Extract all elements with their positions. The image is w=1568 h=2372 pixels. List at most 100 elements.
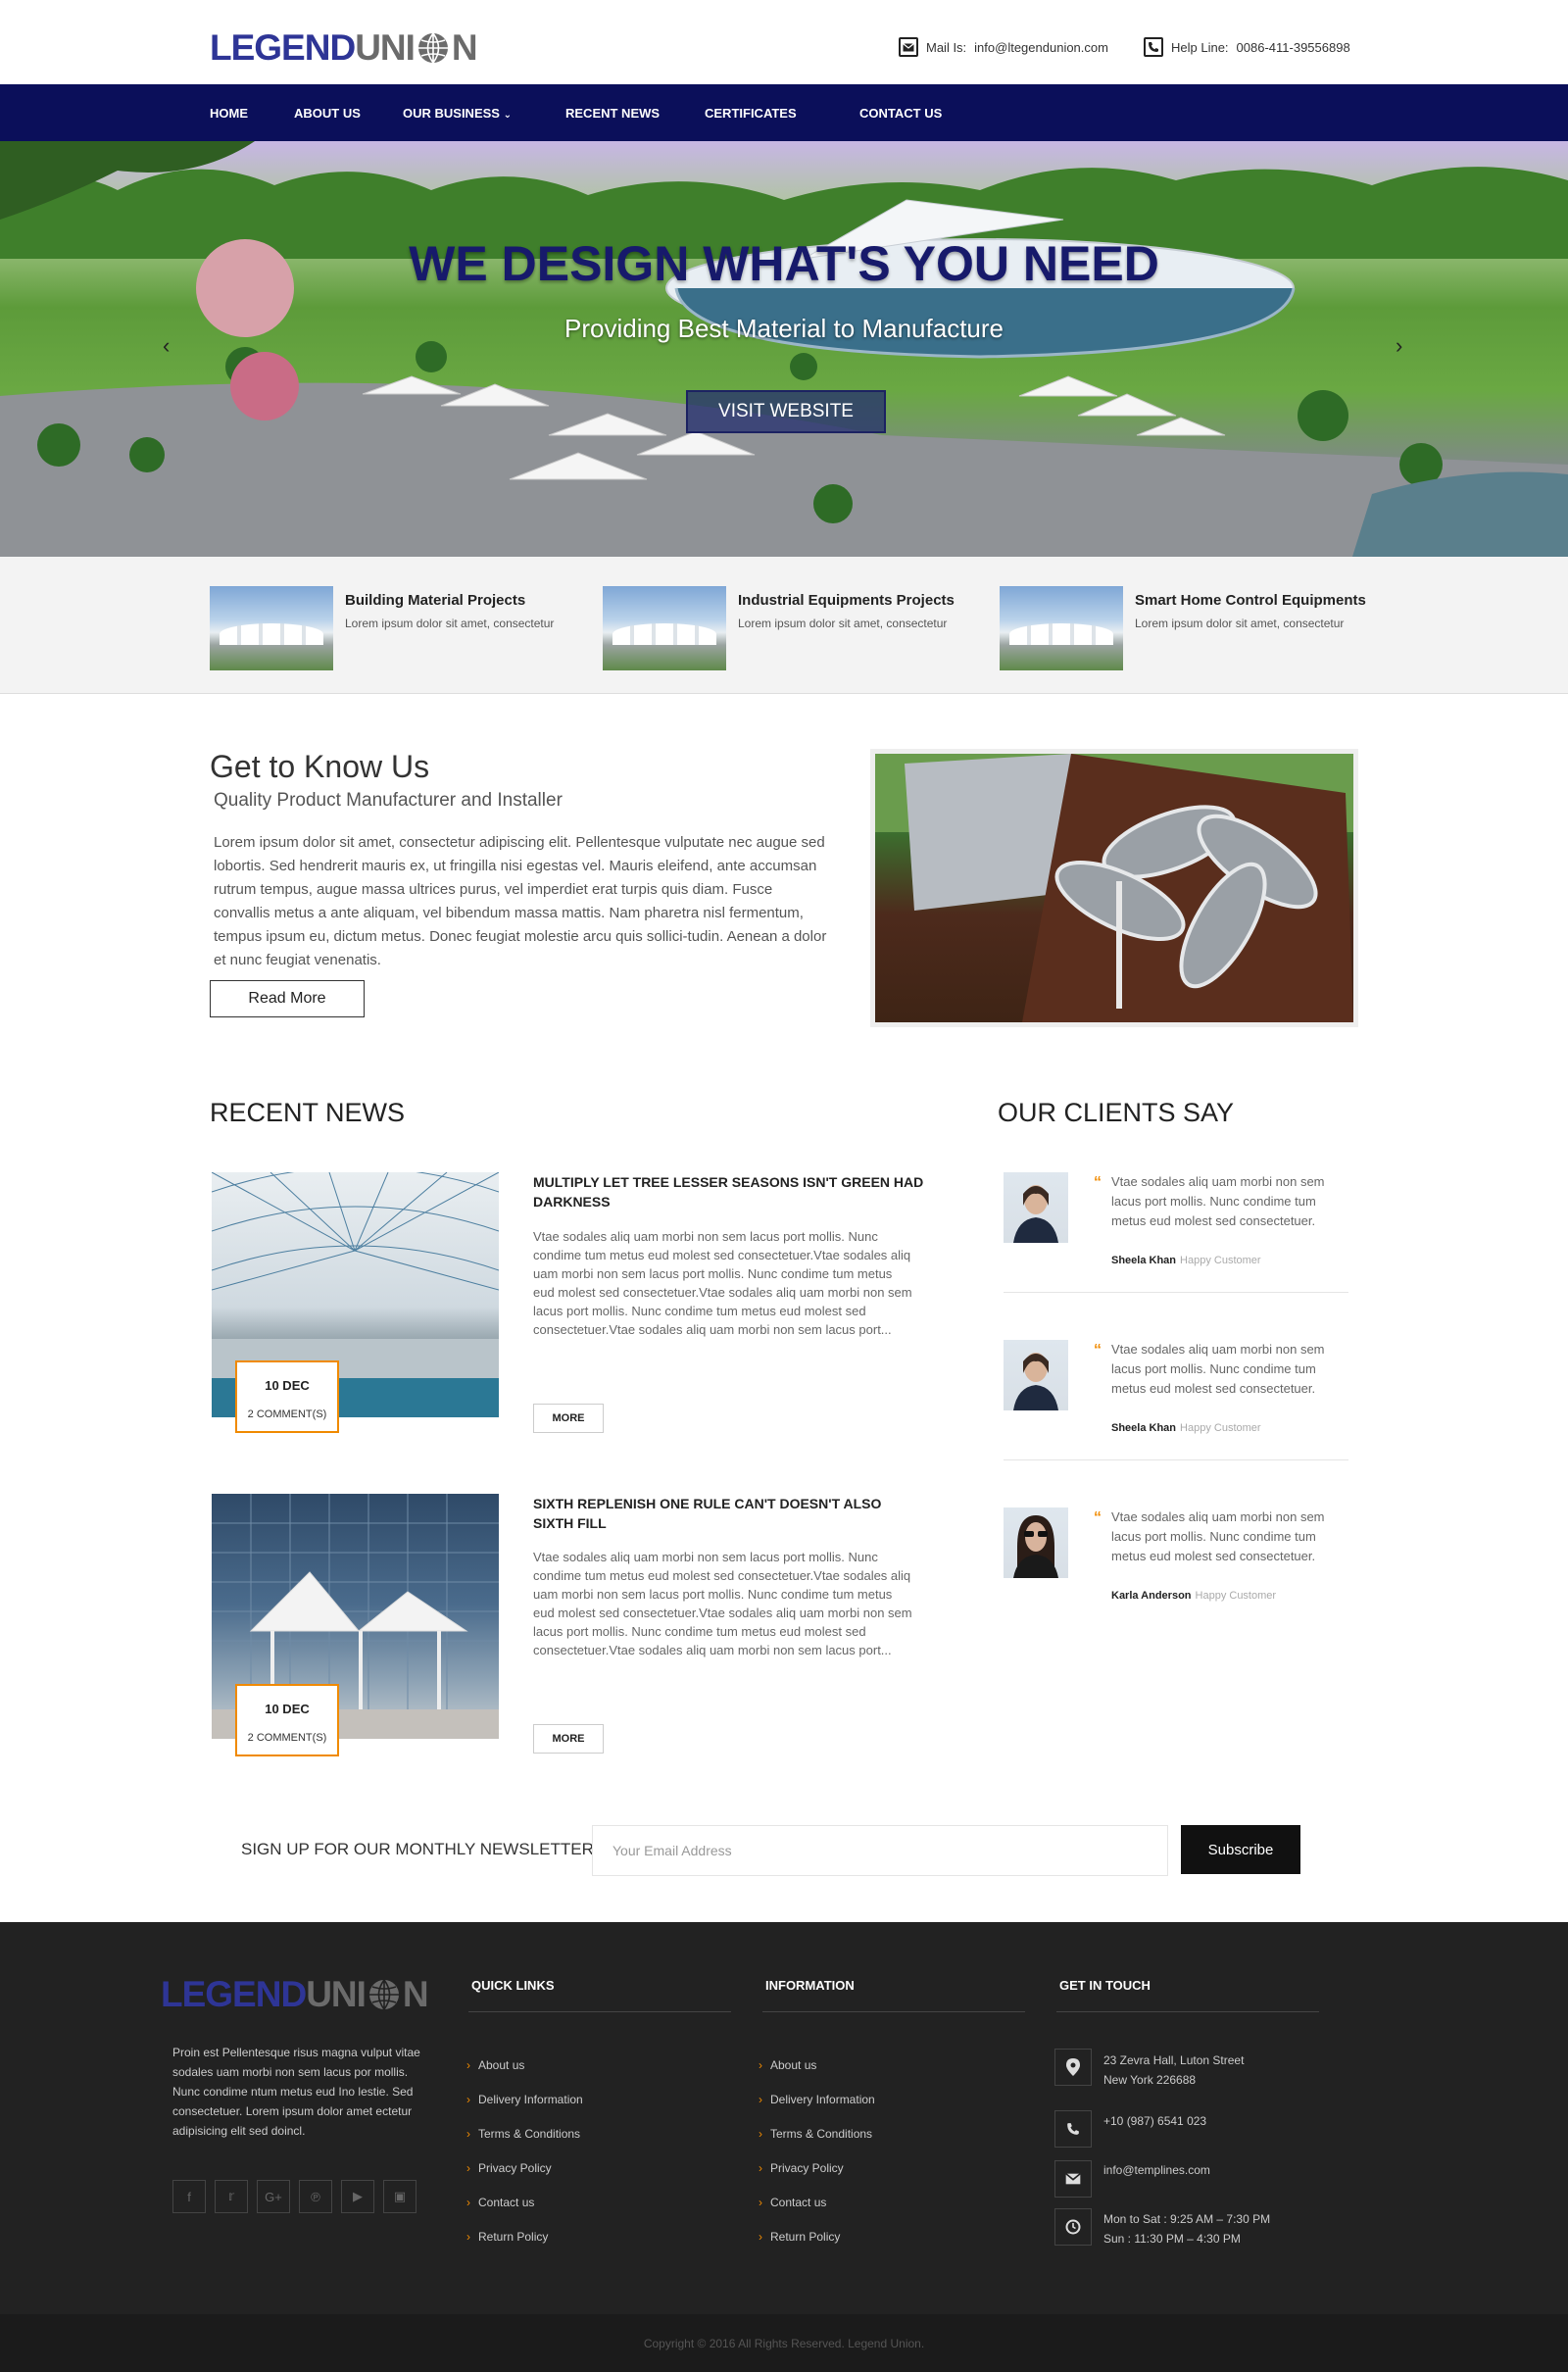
chevron-right-icon: › xyxy=(759,2127,762,2141)
globe-icon xyxy=(417,32,448,64)
nav-recent-news[interactable]: RECENT NEWS xyxy=(565,106,660,121)
instagram-icon[interactable]: ▣ xyxy=(383,2180,416,2213)
pinterest-icon[interactable]: ℗ xyxy=(299,2180,332,2213)
clients-title: OUR CLIENTS SAY xyxy=(998,1098,1235,1127)
chevron-down-icon: ⌄ xyxy=(503,110,512,121)
testimonial-item: “ Vtae sodales aliq uam morbi non sem la… xyxy=(1004,1340,1348,1461)
footer-address: 23 Zevra Hall, Luton Street New York 226… xyxy=(1103,2053,1245,2087)
testimonial-author: Sheela Khan Happy Customer xyxy=(1111,1255,1261,1266)
about-subtitle: Quality Product Manufacturer and Install… xyxy=(214,790,563,811)
youtube-icon[interactable]: ▶ xyxy=(341,2180,374,2213)
site-logo[interactable]: LEGEND UNI N xyxy=(210,27,478,69)
about-title: Get to Know Us xyxy=(210,749,430,784)
footer-link[interactable]: › Delivery Information xyxy=(466,2093,583,2106)
globe-icon xyxy=(368,1979,399,2010)
nav-certificates[interactable]: CERTIFICATES xyxy=(705,106,797,121)
feature-text: Lorem ipsum dolor sit amet, consectetur xyxy=(738,617,948,630)
footer-link[interactable]: › Contact us xyxy=(466,2196,534,2209)
nav-about-us[interactable]: ABOUT US xyxy=(294,106,361,121)
nav-home[interactable]: HOME xyxy=(210,106,248,121)
news-headline[interactable]: SIXTH REPLENISH ONE RULE CAN'T DOESN'T A… xyxy=(533,1494,925,1533)
chevron-right-icon: › xyxy=(466,2196,470,2209)
chevron-right-icon: › xyxy=(466,2058,470,2072)
clock-icon xyxy=(1054,2208,1092,2246)
twitter-icon[interactable]: 𝕣 xyxy=(215,2180,248,2213)
copyright-text: Copyright © 2016 All Rights Reserved. Le… xyxy=(643,2336,925,2350)
news-headline[interactable]: MULTIPLY LET TREE LESSER SEASONS ISN'T G… xyxy=(533,1172,925,1211)
nav-our-business[interactable]: OUR BUSINESS ⌄ xyxy=(403,106,512,121)
news-excerpt: Vtae sodales aliq uam morbi non sem lacu… xyxy=(533,1229,912,1337)
recent-news-title: RECENT NEWS xyxy=(210,1098,406,1127)
footer-hours: Mon to Sat : 9:25 AM – 7:30 PM Sun : 11:… xyxy=(1103,2212,1271,2246)
feature-card-building[interactable]: Building Material Projects Lorem ipsum d… xyxy=(210,586,554,670)
mail-link[interactable]: info@ltegendunion.com xyxy=(974,40,1108,55)
testimonial-author: Sheela Khan Happy Customer xyxy=(1111,1422,1261,1434)
divider xyxy=(1004,1459,1348,1460)
testimonial-item: “ Vtae sodales aliq uam morbi non sem la… xyxy=(1004,1172,1348,1294)
helpline-number[interactable]: 0086-411-39556898 xyxy=(1237,40,1350,55)
feature-title: Smart Home Control Equipments xyxy=(1135,592,1366,609)
feature-title: Building Material Projects xyxy=(345,592,526,609)
footer-link[interactable]: › Privacy Policy xyxy=(466,2161,552,2175)
footer-link[interactable]: › Return Policy xyxy=(466,2230,548,2244)
divider xyxy=(1004,1292,1348,1293)
divider xyxy=(468,2011,731,2012)
testimonial-quote: Vtae sodales aliq uam morbi non sem lacu… xyxy=(1111,1174,1325,1228)
top-header: LEGEND UNI N Mail Is: info@ltegendunion.c… xyxy=(0,0,1568,84)
testimonial-item: “ Vtae sodales aliq uam morbi non sem la… xyxy=(1004,1507,1348,1629)
get-in-touch-title: GET IN TOUCH xyxy=(1059,1978,1151,1993)
footer-link[interactable]: › Contact us xyxy=(759,2196,826,2209)
subscribe-button[interactable]: Subscribe xyxy=(1181,1825,1300,1874)
feature-title: Industrial Equipments Projects xyxy=(738,592,955,609)
client-avatar xyxy=(1004,1340,1068,1410)
feature-card-industrial[interactable]: Industrial Equipments Projects Lorem ips… xyxy=(603,586,955,670)
feature-thumbnail xyxy=(603,586,726,670)
quote-icon: “ xyxy=(1094,1509,1102,1526)
footer-logo[interactable]: LEGEND UNI N xyxy=(161,1974,429,2015)
mail-contact: Mail Is: info@ltegendunion.com xyxy=(899,37,1108,57)
news-more-button[interactable]: MORE xyxy=(533,1404,604,1433)
hero-subtitle: Providing Best Material to Manufacture xyxy=(564,314,1004,343)
hero-title: WE DESIGN WHAT'S YOU NEED xyxy=(409,236,1159,291)
about-text: Lorem ipsum dolor sit amet, consectetur … xyxy=(214,834,827,968)
footer-link[interactable]: › About us xyxy=(759,2058,816,2072)
client-avatar xyxy=(1004,1172,1068,1243)
about-image xyxy=(870,749,1358,1027)
footer-link[interactable]: › Privacy Policy xyxy=(759,2161,844,2175)
footer-link[interactable]: › Delivery Information xyxy=(759,2093,875,2106)
footer-about-text: Proin est Pellentesque risus magna vulpu… xyxy=(172,2046,420,2138)
envelope-icon xyxy=(1054,2160,1092,2198)
helpline-contact: Help Line: 0086-411-39556898 xyxy=(1144,37,1350,57)
footer-link[interactable]: › Terms & Conditions xyxy=(759,2127,872,2141)
chevron-right-icon: › xyxy=(759,2161,762,2175)
footer-phone[interactable]: +10 (987) 6541 023 xyxy=(1103,2111,1206,2131)
google-plus-icon[interactable]: G+ xyxy=(257,2180,290,2213)
chevron-right-icon: › xyxy=(759,2230,762,2244)
read-more-button[interactable]: Read More xyxy=(210,980,365,1017)
feature-strip: Building Material Projects Lorem ipsum d… xyxy=(0,557,1568,694)
hero-slider: ‹ › WE DESIGN WHAT'S YOU NEED Providing … xyxy=(0,141,1568,557)
hero-background-image xyxy=(0,141,1568,557)
testimonial-quote: Vtae sodales aliq uam morbi non sem lacu… xyxy=(1111,1509,1325,1563)
feature-text: Lorem ipsum dolor sit amet, consectetur xyxy=(345,617,555,630)
quick-links-title: QUICK LINKS xyxy=(471,1978,555,1993)
footer-link[interactable]: › Return Policy xyxy=(759,2230,840,2244)
feature-card-smart-home[interactable]: Smart Home Control Equipments Lorem ipsu… xyxy=(1000,586,1366,670)
newsletter-email-input[interactable]: Your Email Address xyxy=(592,1825,1168,1876)
visit-website-button[interactable]: VISIT WEBSITE xyxy=(686,390,886,433)
newsletter-label: SIGN UP FOR OUR MONTHLY NEWSLETTER xyxy=(241,1840,594,1858)
copyright-bar: Copyright © 2016 All Rights Reserved. Le… xyxy=(0,2314,1568,2372)
news-excerpt: Vtae sodales aliq uam morbi non sem lacu… xyxy=(533,1550,912,1657)
nav-contact-us[interactable]: CONTACT US xyxy=(859,106,942,121)
chevron-right-icon: › xyxy=(466,2161,470,2175)
facebook-icon[interactable]: f xyxy=(172,2180,206,2213)
divider xyxy=(762,2011,1025,2012)
news-more-button[interactable]: MORE xyxy=(533,1724,604,1754)
news-date-badge: 10 DEC 2 COMMENT(S) xyxy=(235,1684,339,1756)
footer-email[interactable]: info@templines.com xyxy=(1103,2160,1210,2180)
chevron-right-icon: › xyxy=(759,2058,762,2072)
chevron-right-icon: › xyxy=(466,2230,470,2244)
footer-link[interactable]: › Terms & Conditions xyxy=(466,2127,580,2141)
feature-thumbnail xyxy=(1000,586,1123,670)
footer-link[interactable]: › About us xyxy=(466,2058,524,2072)
